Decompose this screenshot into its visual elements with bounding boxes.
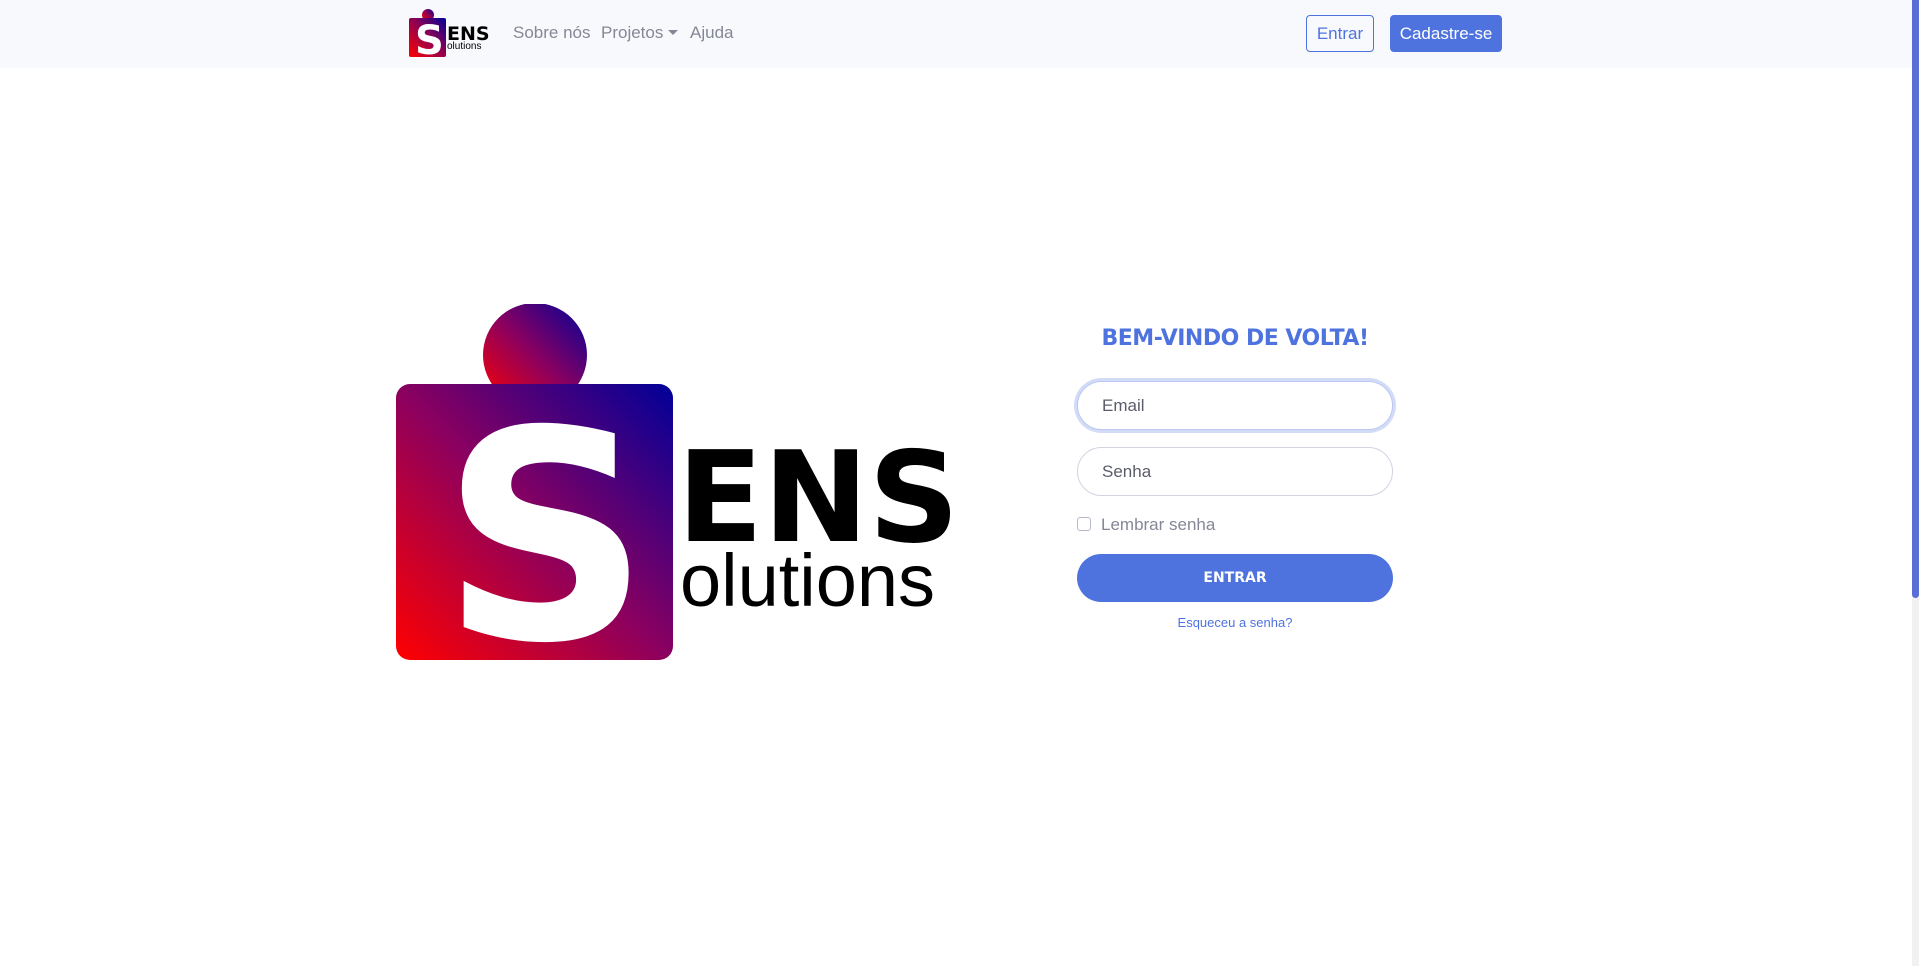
scrollbar-thumb[interactable]	[1912, 0, 1919, 598]
svg-text:olutions: olutions	[680, 539, 935, 622]
forgot-password-link[interactable]: Esqueceu a senha?	[1077, 615, 1393, 630]
svg-text:olutions: olutions	[447, 41, 481, 52]
caret-down-icon	[668, 30, 679, 35]
remember-label[interactable]: Lembrar senha	[1101, 515, 1215, 535]
password-input[interactable]: Senha	[1077, 447, 1393, 496]
sens-solutions-logo: S ENS olutions	[396, 304, 958, 660]
nav-link-projetos-label: Projetos	[601, 23, 664, 42]
login-button[interactable]: Entrar	[1306, 15, 1374, 52]
remember-checkbox[interactable]	[1077, 517, 1091, 531]
submit-login-button[interactable]: ENTRAR	[1077, 554, 1393, 602]
nav-link-sobre-nos[interactable]: Sobre nós	[513, 23, 591, 43]
svg-text:S: S	[441, 370, 650, 660]
nav-link-ajuda[interactable]: Ajuda	[690, 23, 733, 43]
navbar: S ENS olutions Sobre nós Projetos Ajuda …	[0, 0, 1912, 68]
email-input[interactable]: Email	[1077, 381, 1393, 430]
svg-text:S: S	[415, 18, 444, 57]
signup-button[interactable]: Cadastre-se	[1390, 15, 1502, 52]
nav-link-projetos[interactable]: Projetos	[601, 23, 679, 43]
welcome-title: BEM-VINDO DE VOLTA!	[1101, 326, 1370, 351]
scrollbar[interactable]	[1912, 0, 1919, 966]
brand-logo[interactable]: S ENS olutions	[409, 9, 493, 57]
